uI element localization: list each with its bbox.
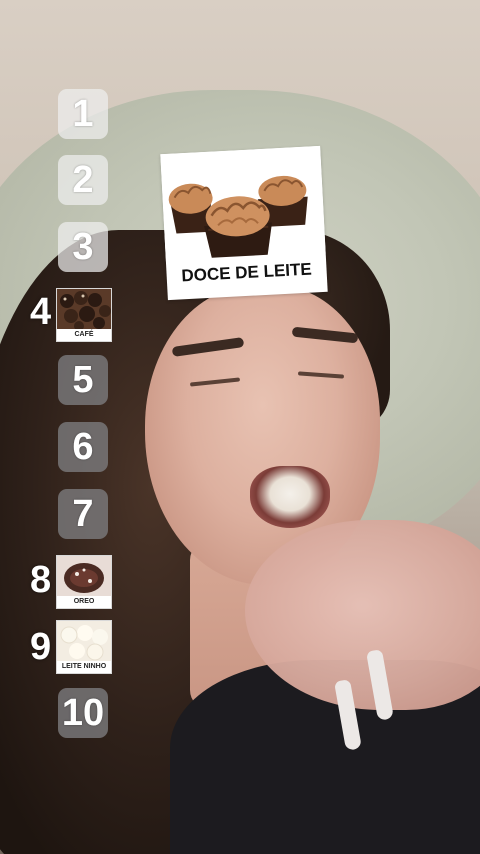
leite-ninho-brigadeiro-image <box>57 621 111 661</box>
rank-slot-3[interactable]: 3 <box>58 222 108 272</box>
rank-slot-2[interactable]: 2 <box>58 155 108 205</box>
rank-card-9[interactable]: LEITE NINHO <box>56 620 112 674</box>
rank-card-label: LEITE NINHO <box>57 661 111 673</box>
mouth <box>250 466 330 528</box>
rank-number: 6 <box>72 426 94 468</box>
current-pick-card[interactable]: DOCE DE LEITE <box>160 145 328 301</box>
rank-slot-5[interactable]: 5 <box>58 355 108 405</box>
rank-number: 3 <box>72 226 94 268</box>
rank-number-8: 8 <box>30 559 52 601</box>
rank-number-9: 9 <box>30 626 52 668</box>
rank-number: 7 <box>72 493 94 535</box>
rank-number: 1 <box>72 93 94 135</box>
rank-card-4[interactable]: CAFÉ <box>56 288 112 342</box>
rank-slot-7[interactable]: 7 <box>58 489 108 539</box>
rank-slot-1[interactable]: 1 <box>58 89 108 139</box>
doce-de-leite-brigadeiro-image <box>160 145 326 263</box>
rank-number-4: 4 <box>30 291 52 333</box>
rank-slot-6[interactable]: 6 <box>58 422 108 472</box>
rank-card-label: OREO <box>57 596 111 608</box>
rank-card-8[interactable]: OREO <box>56 555 112 609</box>
rank-number: 10 <box>61 692 105 734</box>
rank-number: 5 <box>72 359 94 401</box>
rank-number: 2 <box>72 159 94 201</box>
rank-slot-10[interactable]: 10 <box>58 688 108 738</box>
rank-card-label: CAFÉ <box>57 329 111 341</box>
cafe-brigadeiro-image <box>57 289 111 329</box>
oreo-brigadeiro-image <box>57 556 111 596</box>
